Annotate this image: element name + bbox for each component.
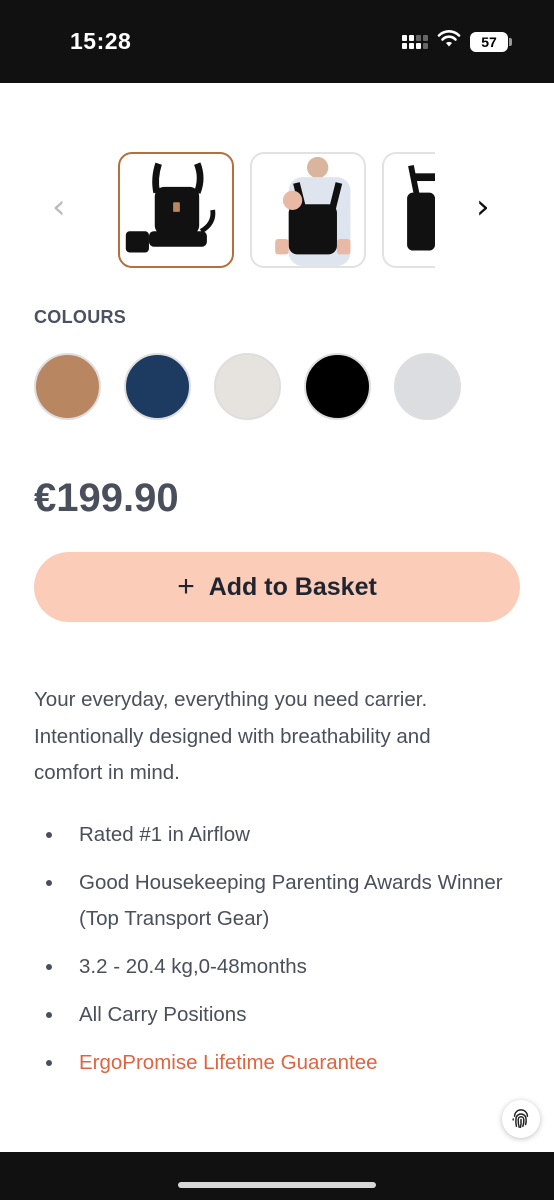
colour-swatch[interactable] — [214, 353, 281, 420]
chevron-left-icon[interactable]: ‹ — [52, 190, 66, 224]
home-indicator[interactable] — [178, 1182, 376, 1188]
add-to-basket-label: Add to Basket — [208, 572, 377, 601]
gallery-thumbnail[interactable] — [382, 152, 435, 268]
signal-icon — [402, 34, 428, 49]
add-to-basket-button[interactable]: + Add to Basket — [34, 552, 520, 622]
feature-item: Good Housekeeping Parenting Awards Winne… — [34, 865, 514, 937]
status-icons: 57 — [402, 30, 512, 53]
plus-icon: + — [177, 570, 195, 603]
home-bar — [0, 1152, 554, 1200]
battery-icon: 57 — [470, 31, 512, 52]
colour-swatch[interactable] — [304, 353, 371, 420]
colour-swatch[interactable] — [394, 353, 461, 420]
gallery-thumbnail[interactable] — [118, 152, 234, 268]
feature-item: 3.2 - 20.4 kg,0-48months — [34, 949, 514, 985]
colours-heading: COLOURS — [34, 307, 127, 327]
feature-item: All Carry Positions — [34, 997, 514, 1033]
guarantee-link[interactable]: ErgoPromise Lifetime Guarantee — [34, 1045, 514, 1081]
status-time: 15:28 — [70, 28, 132, 54]
feature-list: Rated #1 in Airflow Good Housekeeping Pa… — [34, 817, 514, 1093]
product-price: €199.90 — [34, 476, 179, 520]
product-gallery: ‹ › — [0, 150, 554, 270]
gallery-thumbnail[interactable] — [250, 152, 366, 268]
feature-item: Rated #1 in Airflow — [34, 817, 514, 853]
chevron-right-icon[interactable]: › — [476, 190, 490, 224]
status-bar: 15:28 57 — [0, 0, 554, 83]
colour-swatch[interactable] — [124, 353, 191, 420]
wifi-icon — [437, 30, 461, 53]
fingerprint-icon[interactable] — [502, 1100, 540, 1138]
product-description: Your everyday, everything you need carri… — [34, 688, 431, 784]
colour-swatch[interactable] — [34, 353, 101, 420]
